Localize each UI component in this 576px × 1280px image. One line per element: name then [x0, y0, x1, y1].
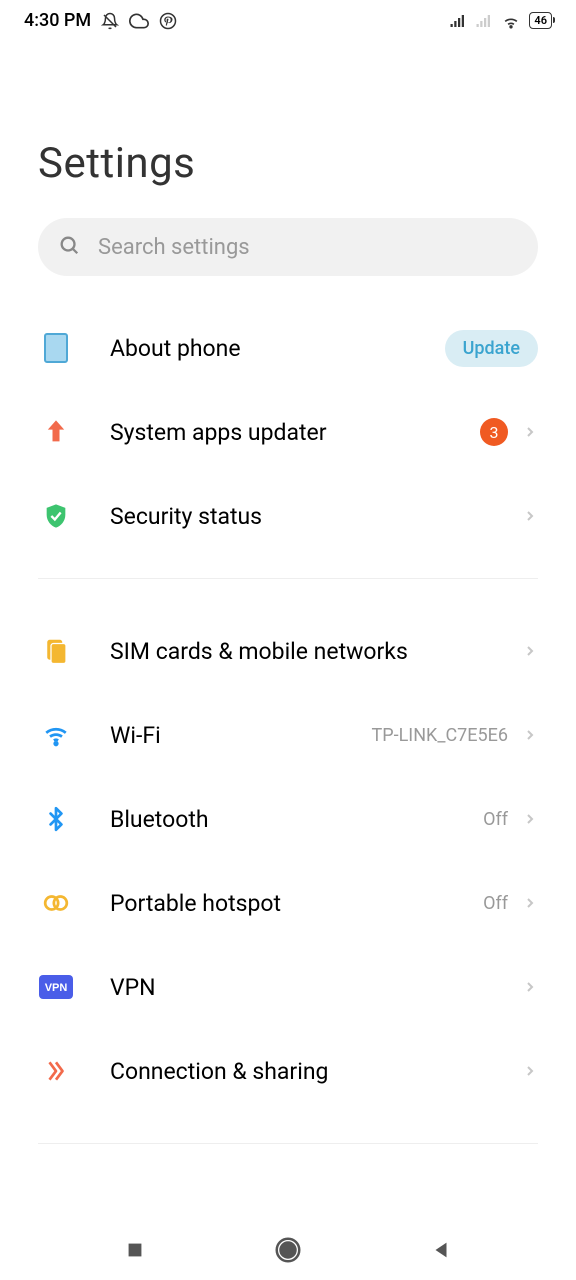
- row-value: TP-LINK_C7E5E6: [372, 725, 508, 746]
- row-about-phone[interactable]: About phone Update: [0, 306, 576, 390]
- nav-recent-button[interactable]: [124, 1239, 146, 1261]
- vpn-icon: VPN: [38, 969, 74, 1005]
- bluetooth-icon: [38, 801, 74, 837]
- pinterest-icon: [159, 12, 177, 30]
- battery-icon: 46: [529, 12, 552, 29]
- signal-icon: [449, 12, 467, 30]
- nav-back-button[interactable]: [430, 1239, 452, 1261]
- chevron-right-icon: [522, 424, 538, 440]
- connection-sharing-icon: [38, 1053, 74, 1089]
- row-label: VPN: [110, 974, 522, 1001]
- wifi-status-icon: [501, 11, 521, 31]
- row-value: Off: [483, 893, 508, 914]
- page-title: Settings: [0, 39, 576, 218]
- cloud-icon: [129, 11, 149, 31]
- status-time: 4:30 PM: [24, 10, 91, 31]
- row-label: System apps updater: [110, 419, 480, 446]
- row-label: Connection & sharing: [110, 1058, 522, 1085]
- wifi-icon: [38, 717, 74, 753]
- row-sim-cards[interactable]: SIM cards & mobile networks: [0, 609, 576, 693]
- navigation-bar: [0, 1220, 576, 1280]
- row-vpn[interactable]: VPN VPN: [0, 945, 576, 1029]
- row-bluetooth[interactable]: Bluetooth Off: [0, 777, 576, 861]
- row-system-apps-updater[interactable]: System apps updater 3: [0, 390, 576, 474]
- nav-home-button[interactable]: [273, 1235, 303, 1265]
- battery-level: 46: [534, 14, 547, 27]
- search-icon: [58, 234, 80, 260]
- chevron-right-icon: [522, 979, 538, 995]
- about-phone-icon: [38, 330, 74, 366]
- divider: [38, 1143, 538, 1144]
- row-label: Bluetooth: [110, 806, 483, 833]
- row-label: About phone: [110, 335, 445, 362]
- row-label: SIM cards & mobile networks: [110, 638, 522, 665]
- signal-secondary-icon: [475, 12, 493, 30]
- update-badge[interactable]: Update: [445, 330, 538, 367]
- status-bar: 4:30 PM 46: [0, 0, 576, 39]
- row-value: Off: [483, 809, 508, 830]
- divider: [38, 578, 538, 579]
- chevron-right-icon: [522, 1063, 538, 1079]
- chevron-right-icon: [522, 508, 538, 524]
- chevron-right-icon: [522, 811, 538, 827]
- svg-text:VPN: VPN: [45, 982, 68, 994]
- sim-cards-icon: [38, 633, 74, 669]
- row-portable-hotspot[interactable]: Portable hotspot Off: [0, 861, 576, 945]
- row-label: Portable hotspot: [110, 890, 483, 917]
- portable-hotspot-icon: [38, 885, 74, 921]
- system-apps-updater-icon: [38, 414, 74, 450]
- search-input[interactable]: Search settings: [38, 218, 538, 276]
- chevron-right-icon: [522, 643, 538, 659]
- search-placeholder: Search settings: [98, 235, 250, 260]
- row-security-status[interactable]: Security status: [0, 474, 576, 558]
- row-connection-sharing[interactable]: Connection & sharing: [0, 1029, 576, 1113]
- notification-mute-icon: [101, 12, 119, 30]
- row-label: Wi-Fi: [110, 722, 372, 749]
- row-label: Security status: [110, 503, 522, 530]
- chevron-right-icon: [522, 895, 538, 911]
- notification-badge: 3: [480, 418, 508, 446]
- row-wifi[interactable]: Wi-Fi TP-LINK_C7E5E6: [0, 693, 576, 777]
- chevron-right-icon: [522, 727, 538, 743]
- security-status-icon: [38, 498, 74, 534]
